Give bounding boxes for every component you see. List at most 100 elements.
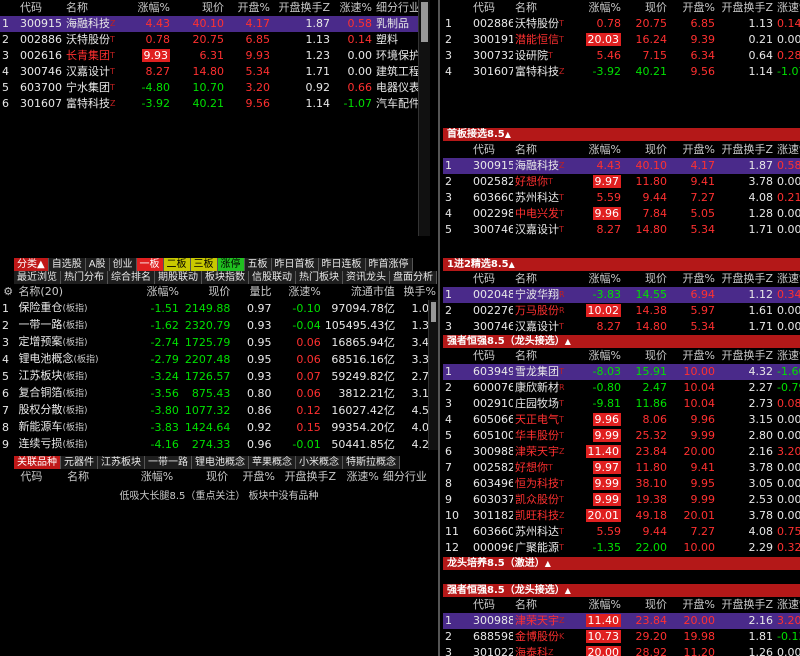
table-row[interactable]: 3 301022 海泰科Z 20.00 28.92 11.20 1.26 0.00 — [443, 645, 800, 656]
col-header[interactable]: 现价 — [175, 469, 230, 485]
col-header[interactable]: 现价 — [172, 0, 226, 16]
tab-tabs2-5[interactable]: 信股联动 — [249, 271, 296, 284]
tab-tabs1-9[interactable]: 昨日首板 — [271, 258, 319, 271]
table-row[interactable]: 4 605066 天正电气T 9.96 8.06 9.96 3.15 0.00 — [443, 412, 800, 428]
table-row[interactable]: 2 一带一路(板指) -1.62 2320.79 0.93 -0.04 105495.43亿… — [0, 317, 438, 334]
col-header[interactable]: 细分行业 — [381, 469, 438, 485]
table-row[interactable]: 1 300988 津荣天宇Z 11.40 23.84 20.00 2.16 3.20 — [443, 613, 800, 629]
gear-icon[interactable]: ⚙ — [0, 284, 16, 300]
col-header[interactable]: 涨速% — [775, 0, 800, 16]
table-row[interactable]: 3 定增预案(板指) -2.74 1725.79 0.95 0.06 16865.94亿 3.… — [0, 334, 438, 351]
table-row[interactable]: 4 301607富特科技Z -3.92 40.21 9.56 1.14-1.07 — [443, 64, 800, 80]
col-header[interactable]: 名称(20) — [16, 284, 129, 300]
col-header[interactable]: 名称 — [513, 0, 577, 16]
tab-tabs2-6[interactable]: 热门板块 — [296, 271, 343, 284]
tab-tabs3-1[interactable]: 元器件 — [61, 456, 98, 469]
col-header[interactable]: 开盘换手Z — [717, 597, 775, 613]
col-header[interactable]: 现价 — [181, 284, 232, 300]
table-row[interactable]: 6 301607 富特科技Z -3.92 40.21 9.56 1.14 -1.07 汽车配件 — [0, 96, 430, 112]
col-header[interactable]: 名称 — [64, 0, 126, 16]
table-row[interactable]: 4 锂电池概念(板指) -2.79 2207.48 0.95 0.06 68516.16亿 3… — [0, 351, 438, 368]
tab-tabs1-5[interactable]: 二板 — [163, 258, 191, 271]
table-row[interactable]: 2 002582 好想你T 9.97 11.80 9.41 3.78 0.00 — [443, 174, 800, 190]
table-row[interactable]: 6 300988 津荣天宇Z 11.40 23.84 20.00 2.16 3.20 — [443, 444, 800, 460]
table-row[interactable]: 1 300915 海融科技Z 4.43 40.10 4.17 1.87 0.58 乳制品 — [0, 16, 430, 32]
tab-tabs2-3[interactable]: 期股联动 — [155, 271, 202, 284]
table-row[interactable]: 4 002298 中电兴发T 9.96 7.84 5.05 1.28 0.00 — [443, 206, 800, 222]
table-row[interactable]: 7 股权分散(板指) -3.80 1077.32 0.86 0.12 16027.42亿 4.… — [0, 402, 438, 419]
col-header[interactable]: 名称 — [65, 469, 128, 485]
table-row[interactable]: 2 688598金博股份K 10.73 29.20 19.98 1.81-0.13 — [443, 629, 800, 645]
pane-divider[interactable] — [438, 0, 440, 656]
table-row[interactable]: 8 603496 恒为科技T 9.99 38.10 9.95 3.05 0.00 — [443, 476, 800, 492]
tab-tabs2-1[interactable]: 热门分布 — [61, 271, 108, 284]
table-row[interactable]: 2 600076康欣新材R -0.80 2.47 10.04 2.27-0.79 — [443, 380, 800, 396]
table-row[interactable]: 1 002048 宁波华翔R -3.83 14.55 6.94 1.12 0.34 — [443, 287, 800, 303]
tab-tabs1-7[interactable]: 涨停 — [217, 258, 245, 271]
table-row[interactable]: 10 301182 凯旺科技Z 20.01 49.18 20.01 3.78 0.00 — [443, 508, 800, 524]
table-row[interactable]: 3 603660 苏州科达T 5.59 9.44 7.27 4.08 0.21 — [443, 190, 800, 206]
tab-tabs3-2[interactable]: 江苏板块 — [98, 456, 145, 469]
tab-tabs1-6[interactable]: 三板 — [190, 258, 218, 271]
col-header[interactable]: 涨幅% — [577, 0, 623, 16]
tab-tabs3-5[interactable]: 苹果概念 — [249, 456, 296, 469]
col-header[interactable]: 开盘换手Z — [277, 469, 338, 485]
scroll-thumb[interactable] — [421, 2, 428, 42]
table-row[interactable]: 8 新能源车(板指) -3.83 1424.64 0.92 0.15 99354.20亿 4.… — [0, 419, 438, 436]
col-header[interactable]: 名称 — [513, 348, 577, 364]
col-header[interactable]: 涨幅% — [128, 469, 175, 485]
col-header[interactable]: 名称 — [513, 597, 577, 613]
tab-tabs2-0[interactable]: 最近浏览 — [14, 271, 61, 284]
table-row[interactable]: 7 002582 好想你T 9.97 11.80 9.41 3.78 0.00 — [443, 460, 800, 476]
col-header[interactable]: 代码 — [471, 597, 513, 613]
tab-tabs1-2[interactable]: A股 — [85, 258, 110, 271]
table-row[interactable]: 1603949雪龙集团T -8.0315.9110.004.32-1.60 — [443, 364, 800, 380]
col-header[interactable]: 开盘% — [669, 348, 717, 364]
col-header[interactable]: 涨幅% — [577, 597, 623, 613]
col-header[interactable]: 开盘% — [669, 142, 717, 158]
col-header[interactable]: 开盘换手Z — [717, 271, 775, 287]
col-header[interactable]: 涨幅% — [130, 284, 181, 300]
tab-tabs1-1[interactable]: 自选股 — [48, 258, 86, 271]
col-header[interactable]: 代码 — [471, 271, 513, 287]
col-header[interactable]: 开盘% — [230, 469, 277, 485]
col-header[interactable]: 现价 — [623, 142, 669, 158]
col-header[interactable]: 开盘% — [226, 0, 272, 16]
col-header[interactable]: 开盘换手Z — [717, 0, 775, 16]
table-row[interactable]: 5 605100 华丰股份T 9.99 25.32 9.99 2.80 0.00 — [443, 428, 800, 444]
col-header[interactable]: 量比 — [232, 284, 273, 300]
table-row[interactable]: 5 300746 汉嘉设计T 8.27 14.80 5.34 1.71 0.00 — [443, 222, 800, 238]
table-row[interactable]: 5 603700 宁水集团T -4.80 10.70 3.20 0.92 0.66 电器仪表 — [0, 80, 430, 96]
section-title-2[interactable]: 1进2精选8.5▲ — [443, 258, 800, 271]
col-header[interactable]: 换手% — [397, 284, 438, 300]
scroll-thumb[interactable] — [431, 302, 436, 322]
tab-tabs3-0[interactable]: 关联品种 — [14, 456, 61, 469]
tab-tabs3-7[interactable]: 特斯拉概念 — [343, 456, 400, 469]
tab-tabs1-10[interactable]: 昨日连板 — [318, 258, 366, 271]
section-title-1[interactable]: 首板接选8.5▲ — [443, 128, 800, 141]
col-header[interactable]: 涨幅% — [577, 142, 623, 158]
section-title-3[interactable]: 强者恒强8.5（龙头接选）▲ — [443, 335, 800, 348]
top-left-scrollbar[interactable] — [418, 0, 430, 236]
col-header[interactable]: 开盘% — [669, 0, 717, 16]
sector-scrollbar[interactable] — [428, 300, 438, 450]
table-row[interactable]: 1 保险重仓(板指) -1.51 2149.88 0.97 -0.10 97094.78亿 1… — [0, 300, 438, 317]
tab-tabs2-2[interactable]: 综合排名 — [108, 271, 155, 284]
tab-tabs1-0[interactable]: 分类▲ — [14, 258, 49, 271]
table-row[interactable]: 1 002886 沃特股份T 0.78 20.75 6.85 1.13 0.14 — [443, 16, 800, 32]
col-header[interactable]: 开盘换手Z — [717, 142, 775, 158]
col-header[interactable]: 代码 — [18, 469, 65, 485]
col-header[interactable]: 涨速% — [775, 271, 800, 287]
table-row[interactable]: 5 江苏板块(板指) -3.24 1726.57 0.93 0.07 59249.82亿 2.… — [0, 368, 438, 385]
tab-tabs2-7[interactable]: 资讯龙头 — [343, 271, 390, 284]
table-row[interactable]: 2 002276 万马股份R 10.02 14.38 5.97 1.61 0.00 — [443, 303, 800, 319]
table-row[interactable]: 9 连续亏损(板指) -4.16 274.33 0.96 -0.01 50441.85亿 4.… — [0, 436, 438, 452]
col-header[interactable]: 现价 — [623, 271, 669, 287]
tab-tabs2-4[interactable]: 板块指数 — [202, 271, 249, 284]
table-row[interactable]: 11 603660 苏州科达T 5.59 9.44 7.27 4.08 0.75 — [443, 524, 800, 540]
tab-tabs1-8[interactable]: 五板 — [244, 258, 272, 271]
col-header[interactable]: 开盘% — [669, 597, 717, 613]
table-row[interactable]: 12 000096 广聚能源T -1.35 22.00 10.00 2.29 0.32 — [443, 540, 800, 556]
table-row[interactable]: 3 002616 长青集团T 9.93 6.31 9.93 1.23 0.00 环境保护 — [0, 48, 430, 64]
col-header[interactable]: 涨幅% — [126, 0, 172, 16]
